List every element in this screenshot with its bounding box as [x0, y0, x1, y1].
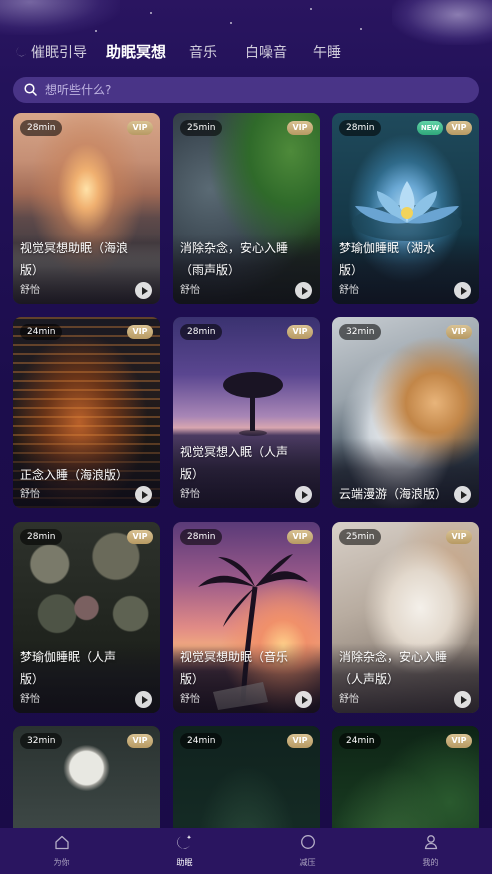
nav-label: 助眠: [176, 858, 193, 867]
vip-badge: VIP: [287, 734, 313, 748]
tab-label: 催眠引导: [31, 45, 87, 61]
tab-hypnosis-guide[interactable]: 催眠引导: [15, 42, 87, 62]
star-decoration: [230, 22, 232, 24]
tab-label: 音乐: [189, 45, 217, 61]
track-card[interactable]: 24min VIP 正念入睡（海浪版） 舒怡: [13, 317, 160, 508]
card-title: 梦瑜伽睡眠（人声版）: [20, 650, 117, 686]
card-title: 视觉冥想入眠（人声版）: [180, 445, 289, 481]
category-tabs: 催眠引导 助眠冥想 音乐 白噪音 午睡: [0, 36, 492, 68]
card-title: 云端漫游（海浪版）: [339, 487, 448, 501]
duration-badge: 24min: [20, 324, 63, 340]
nav-for-you[interactable]: 为你: [0, 828, 123, 874]
duration-badge: 25min: [180, 120, 223, 136]
duration-badge: 24min: [180, 733, 223, 749]
vip-badge: VIP: [127, 734, 153, 748]
star-decoration: [150, 12, 152, 14]
play-button[interactable]: [454, 691, 471, 708]
bottom-navigation: 为你 助眠 减压 我的: [0, 828, 492, 874]
vip-badge: VIP: [446, 530, 472, 544]
play-button[interactable]: [135, 486, 152, 503]
nav-label: 减压: [299, 858, 316, 867]
track-card[interactable]: 25min VIP 消除杂念，安心入睡（雨声版） 舒怡: [173, 113, 320, 304]
nav-sleep[interactable]: 助眠: [123, 828, 246, 874]
cloud-decoration-left: [0, 0, 120, 35]
card-author: 舒怡: [339, 285, 359, 296]
duration-badge: 24min: [339, 733, 382, 749]
user-icon: [423, 834, 439, 854]
tab-white-noise[interactable]: 白噪音: [245, 42, 287, 62]
card-author: 舒怡: [180, 694, 200, 705]
track-card[interactable]: 28min NEW VIP 梦瑜伽睡眠（湖水版） 舒怡: [332, 113, 479, 304]
card-author: 舒怡: [20, 694, 40, 705]
vip-badge: VIP: [127, 121, 153, 135]
tab-label: 午睡: [313, 45, 341, 61]
track-card[interactable]: 28min VIP 视觉冥想入眠（人声版） 舒怡: [173, 317, 320, 508]
duration-badge: 32min: [339, 324, 382, 340]
card-author: 舒怡: [20, 489, 40, 500]
play-button[interactable]: [454, 486, 471, 503]
nav-mine[interactable]: 我的: [369, 828, 492, 874]
tab-nap[interactable]: 午睡: [313, 42, 341, 62]
tab-music[interactable]: 音乐: [189, 42, 217, 62]
card-title: 视觉冥想助眠（音乐版）: [180, 650, 289, 686]
nav-label: 为你: [53, 857, 70, 867]
search-icon: [24, 81, 37, 100]
play-button[interactable]: [135, 691, 152, 708]
play-button[interactable]: [295, 486, 312, 503]
tab-label: 助眠冥想: [106, 43, 167, 61]
vip-badge: VIP: [127, 530, 153, 544]
duration-badge: 28min: [180, 324, 223, 340]
nav-relax[interactable]: 减压: [246, 828, 369, 874]
track-card[interactable]: 28min VIP 梦瑜伽睡眠（人声版） 舒怡: [13, 522, 160, 713]
nav-label: 我的: [422, 858, 439, 867]
star-decoration: [310, 8, 312, 10]
duration-badge: 25min: [339, 529, 382, 545]
vip-badge: VIP: [446, 325, 472, 339]
circle-icon: [300, 834, 316, 854]
card-title: 正念入睡（海浪版）: [20, 468, 129, 482]
vip-badge: VIP: [287, 121, 313, 135]
vip-badge: VIP: [127, 325, 153, 339]
card-author: 舒怡: [339, 694, 359, 705]
play-button[interactable]: [135, 282, 152, 299]
duration-badge: 28min: [339, 120, 382, 136]
app-screen: 催眠引导 助眠冥想 音乐 白噪音 午睡 28min VIP 视觉冥想助眠（海浪版…: [0, 0, 492, 874]
track-card[interactable]: 25min VIP 消除杂念，安心入睡（人声版） 舒怡: [332, 522, 479, 713]
star-decoration: [360, 28, 362, 30]
track-card[interactable]: 28min VIP 视觉冥想助眠（音乐版） 舒怡: [173, 522, 320, 713]
track-card[interactable]: 28min VIP 视觉冥想助眠（海浪版） 舒怡: [13, 113, 160, 304]
card-author: 舒怡: [180, 285, 200, 296]
play-button[interactable]: [295, 282, 312, 299]
new-badge: NEW: [417, 121, 443, 135]
moon-star-icon: [176, 834, 193, 854]
moon-icon: [15, 46, 27, 58]
star-decoration: [95, 30, 97, 32]
duration-badge: 28min: [20, 529, 63, 545]
track-card[interactable]: 32min VIP 云端漫游（海浪版）: [332, 317, 479, 508]
card-author: 舒怡: [20, 285, 40, 296]
duration-badge: 32min: [20, 733, 63, 749]
card-title: 视觉冥想助眠（海浪版）: [20, 241, 129, 277]
home-icon: [54, 835, 70, 854]
vip-badge: VIP: [446, 734, 472, 748]
card-title: 梦瑜伽睡眠（湖水版）: [339, 241, 436, 277]
duration-badge: 28min: [20, 120, 63, 136]
tab-sleep-meditation[interactable]: 助眠冥想: [106, 41, 166, 62]
search-input[interactable]: [45, 83, 425, 97]
tree-silhouette: [223, 372, 283, 436]
vip-badge: VIP: [446, 121, 472, 135]
card-author: 舒怡: [180, 489, 200, 500]
vip-badge: VIP: [287, 325, 313, 339]
play-button[interactable]: [454, 282, 471, 299]
card-title: 消除杂念，安心入睡（人声版）: [339, 650, 448, 686]
vip-badge: VIP: [287, 530, 313, 544]
duration-badge: 28min: [180, 529, 223, 545]
tab-label: 白噪音: [245, 45, 287, 61]
play-button[interactable]: [295, 691, 312, 708]
card-title: 消除杂念，安心入睡（雨声版）: [180, 241, 289, 277]
search-bar[interactable]: [13, 77, 479, 103]
